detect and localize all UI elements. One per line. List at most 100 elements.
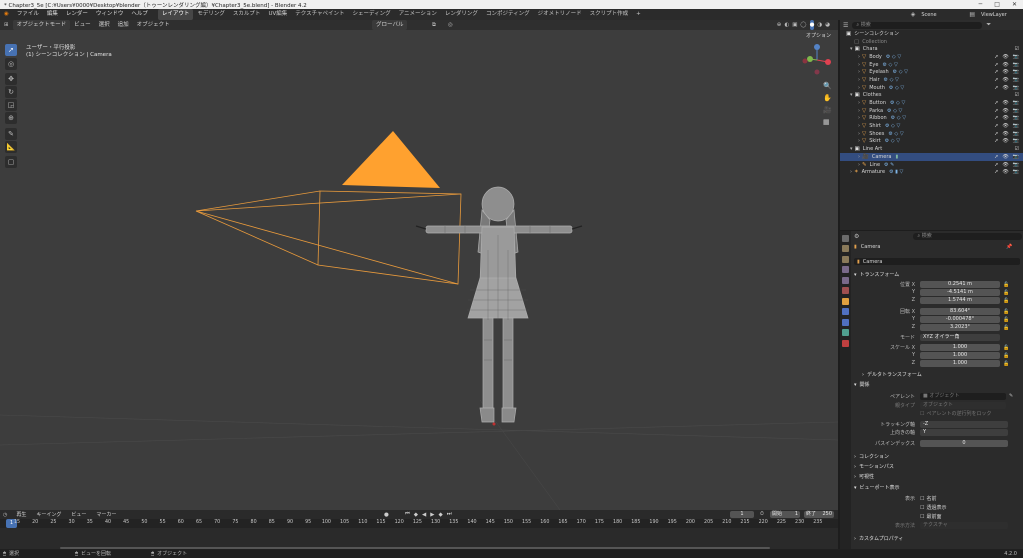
eye-icon[interactable]: 👁 xyxy=(1002,77,1008,83)
lock-icon[interactable]: 🔓 xyxy=(1003,297,1009,305)
select-toggle-icon[interactable]: ➚ xyxy=(994,154,998,160)
camera-render-icon[interactable]: 📷 xyxy=(1013,115,1019,121)
workspace-tab-uv[interactable]: UV編集 xyxy=(264,9,291,20)
scene-icon[interactable]: ◈ xyxy=(911,11,916,18)
menu-edit[interactable]: 編集 xyxy=(43,9,62,20)
lock-icon[interactable]: 🔓 xyxy=(1003,344,1009,352)
select-toggle-icon[interactable]: ➚ xyxy=(994,77,998,83)
start-frame-field[interactable]: 開始 1 xyxy=(770,511,800,518)
select-toggle-icon[interactable]: ➚ xyxy=(994,115,998,121)
eye-icon[interactable]: 👁 xyxy=(1002,138,1008,144)
outliner-item-skirt[interactable]: › ▽ Skirt ⚙ ◇ ▽ ➚ 👁 📷 xyxy=(840,138,1023,146)
show-transparent-toggle[interactable]: ☐ 透過表示 xyxy=(920,504,947,512)
collection-section-header[interactable]: › コレクション xyxy=(854,453,889,461)
select-toggle-icon[interactable]: ➚ xyxy=(994,85,998,91)
outliner-item-collection[interactable]: ▢ Collection xyxy=(840,38,1023,46)
properties-search-field[interactable]: ⌕ 検索 xyxy=(913,232,1022,240)
checkbox-icon[interactable]: ☑ xyxy=(1015,92,1019,98)
outliner-search-field[interactable]: ⌕ 検索 xyxy=(852,21,983,29)
lock-icon[interactable]: 🔓 xyxy=(1003,360,1009,368)
outliner-item-body[interactable]: › ▽ Body ⚙ ◇ ▽ ➚ 👁 📷 xyxy=(840,53,1023,61)
select-toggle-icon[interactable]: ➚ xyxy=(994,100,998,106)
eye-icon[interactable]: 👁 xyxy=(1002,154,1008,160)
show-name-toggle[interactable]: ☐ 名前 xyxy=(920,495,937,503)
properties-panel[interactable]: ⚙ ⌕ 検索 ▮ Camera 📌 ▮ Camera ▾ トランスフォーム 位置… xyxy=(840,231,1023,549)
outliner-item-shirt[interactable]: › ▽ Shirt ⚙ ◇ ▽ ➚ 👁 📷 xyxy=(840,122,1023,130)
workspace-tab-modeling[interactable]: モデリング xyxy=(193,9,229,20)
eye-icon[interactable]: 👁 xyxy=(1002,54,1008,60)
prev-keyframe-icon[interactable]: ◆ xyxy=(414,512,418,518)
outliner-item-camera[interactable]: › 🎥 Camera ▮ ➚ 👁 📷 xyxy=(840,153,1023,161)
lock-icon[interactable]: 🔓 xyxy=(1003,308,1009,316)
outliner-item-shoes[interactable]: › ▽ Shoes ⚙ ◇ ▽ ➚ 👁 📷 xyxy=(840,130,1023,138)
blender-logo-icon[interactable]: ◉ xyxy=(0,9,13,20)
chevron-right-icon[interactable]: › xyxy=(858,154,860,160)
eye-icon[interactable]: 👁 xyxy=(1002,69,1008,75)
jump-end-icon[interactable]: ⏭ xyxy=(447,511,452,518)
select-toggle-icon[interactable]: ➚ xyxy=(994,69,998,75)
outliner-item-line-art[interactable]: ▾ ▣ Line Art ☑ xyxy=(840,145,1023,153)
eye-icon[interactable]: 👁 xyxy=(1002,62,1008,68)
transform-section-header[interactable]: ▾ トランスフォーム xyxy=(854,271,899,279)
eye-icon[interactable]: 👁 xyxy=(1002,108,1008,114)
workspace-tab-rendering[interactable]: レンダリング xyxy=(441,9,482,20)
checkbox-icon[interactable]: ☐ xyxy=(920,411,924,417)
outliner-item-eyelash[interactable]: › ▽ Eyelash ⚙ ◇ ▽ ➚ 👁 📷 xyxy=(840,68,1023,76)
lock-icon[interactable]: 🔓 xyxy=(1003,281,1009,289)
menu-render[interactable]: レンダー xyxy=(62,9,92,20)
object-tab-icon[interactable] xyxy=(842,297,849,305)
visibility-section-header[interactable]: › 可視性 xyxy=(854,473,874,481)
tool-tab-icon[interactable] xyxy=(842,234,849,242)
scale-y-field[interactable]: 1.000 xyxy=(920,352,1000,359)
tracking-axis-select[interactable]: -Z xyxy=(920,421,1008,428)
chevron-right-icon[interactable]: › xyxy=(858,100,860,106)
preview-range-icon[interactable]: ⏱ xyxy=(760,511,764,517)
chevron-down-icon[interactable]: ▾ xyxy=(850,92,853,98)
outliner-item-chara[interactable]: ▾ ▣ Chara ☑ xyxy=(840,45,1023,53)
add-workspace-button[interactable]: + xyxy=(632,9,645,20)
maximize-button[interactable]: □ xyxy=(994,1,1000,8)
rotation-z-field[interactable]: 3.2023° xyxy=(920,324,1000,331)
eye-icon[interactable]: 👁 xyxy=(1002,162,1008,168)
select-toggle-icon[interactable]: ➚ xyxy=(994,123,998,129)
chevron-right-icon[interactable]: › xyxy=(858,62,860,68)
jump-start-icon[interactable]: ⏮ xyxy=(405,511,410,518)
menu-marker[interactable]: マーカー xyxy=(92,511,120,518)
camera-render-icon[interactable]: 📷 xyxy=(1013,100,1019,106)
clock-icon[interactable]: ◷ xyxy=(0,512,10,518)
camera-render-icon[interactable]: 📷 xyxy=(1013,54,1019,60)
lock-icon[interactable]: 🔓 xyxy=(1003,316,1009,324)
workspace-tab-shading[interactable]: シェーディング xyxy=(349,9,395,20)
checkbox-icon[interactable]: ☐ xyxy=(920,505,924,511)
scale-x-field[interactable]: 1.000 xyxy=(920,344,1000,351)
editor-type-icon[interactable]: ⚙ xyxy=(854,233,859,240)
menu-keying[interactable]: キーイング xyxy=(32,511,65,518)
eye-icon[interactable]: 👁 xyxy=(1002,131,1008,137)
checkbox-icon[interactable]: ☑ xyxy=(1015,146,1019,152)
scale-z-field[interactable]: 1.000 xyxy=(920,360,1000,367)
select-toggle-icon[interactable]: ➚ xyxy=(994,54,998,60)
eye-icon[interactable]: 👁 xyxy=(1002,100,1008,106)
camera-up-triangle[interactable] xyxy=(342,131,440,188)
rotation-y-field[interactable]: -0.000478° xyxy=(920,316,1000,323)
rotation-x-field[interactable]: 83.604° xyxy=(920,308,1000,315)
outliner-item-armature[interactable]: › ✶ Armature ⚙ ▮ ▽ ➚ 👁 📷 xyxy=(840,168,1023,176)
checkbox-icon[interactable]: ☑ xyxy=(1015,46,1019,52)
outliner-item-eye[interactable]: › ▽ Eye ⚙ ◇ ▽ ➚ 👁 📷 xyxy=(840,61,1023,69)
chevron-down-icon[interactable]: ▾ xyxy=(850,46,853,52)
filter-icon[interactable]: ⏷ xyxy=(986,21,991,29)
timeline-panel[interactable]: ◷ 再生 キーイング ビュー マーカー ● ⏮ ◆ ◀ ▶ ◆ ⏭ 1 ⏱ 開始… xyxy=(0,510,838,549)
world-tab-icon[interactable] xyxy=(842,287,849,294)
camera-render-icon[interactable]: 📷 xyxy=(1013,69,1019,75)
camera-render-icon[interactable]: 📷 xyxy=(1013,154,1019,160)
play-icon[interactable]: ▶ xyxy=(430,512,434,518)
checkbox-icon[interactable]: ☐ xyxy=(920,514,924,520)
select-toggle-icon[interactable]: ➚ xyxy=(994,108,998,114)
menu-timeline-view[interactable]: ビュー xyxy=(67,511,90,518)
show-in-front-toggle[interactable]: ☐ 最前面 xyxy=(920,513,942,521)
select-toggle-icon[interactable]: ➚ xyxy=(994,169,998,175)
menu-playback[interactable]: 再生 xyxy=(12,511,30,518)
eye-icon[interactable]: 👁 xyxy=(1002,85,1008,91)
chevron-down-icon[interactable]: ▾ xyxy=(850,146,853,152)
chevron-right-icon[interactable]: › xyxy=(858,115,860,121)
